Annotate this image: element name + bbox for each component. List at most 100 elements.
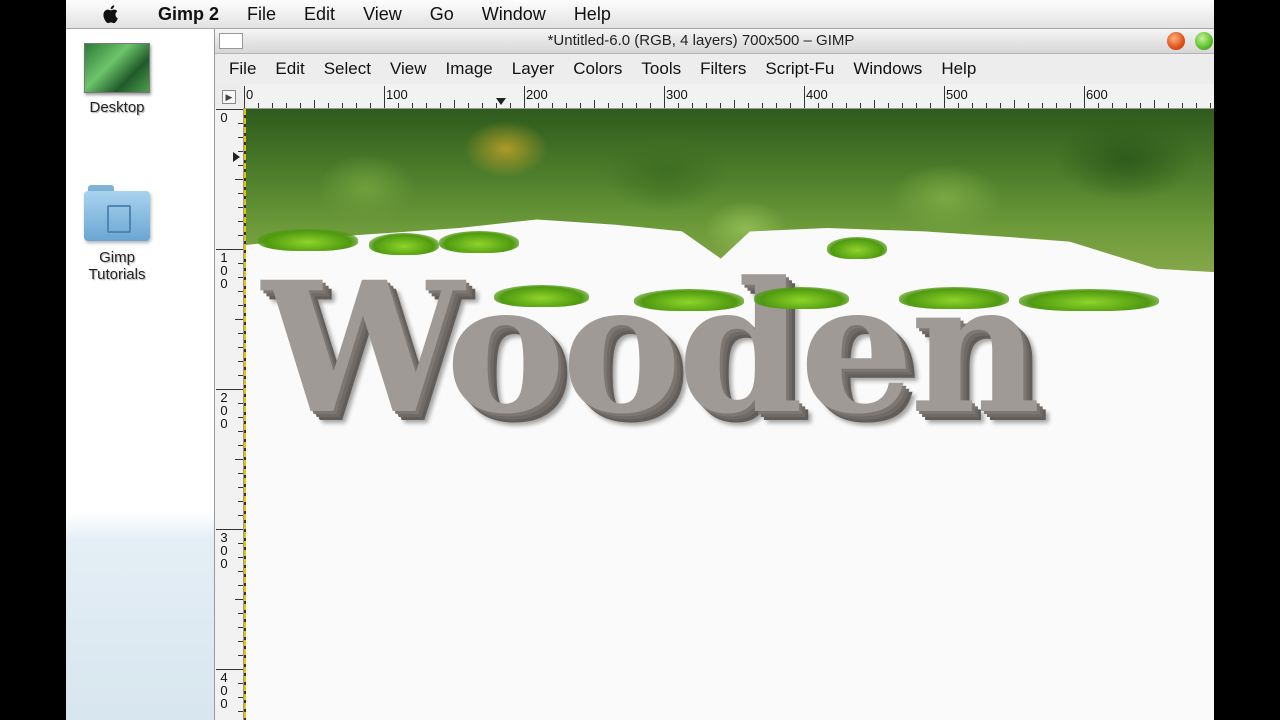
vruler-label: 4 0 0 — [220, 670, 228, 711]
ruler-tick — [1014, 100, 1015, 108]
ruler-tick — [238, 445, 243, 446]
ruler-tick — [580, 103, 581, 108]
gimp-menu-edit[interactable]: Edit — [266, 59, 314, 79]
gimp-menu-tools[interactable]: Tools — [632, 59, 691, 79]
ruler-tick — [692, 103, 693, 108]
ruler-tick — [328, 103, 329, 108]
ruler-tick — [762, 103, 763, 108]
gimp-menu-script-fu[interactable]: Script-Fu — [756, 59, 844, 79]
ruler-tick — [664, 86, 665, 108]
gimp-menu-help[interactable]: Help — [932, 59, 986, 79]
menubar-file[interactable]: File — [233, 4, 290, 25]
menu-arrow-icon[interactable]: ▶ — [222, 90, 236, 104]
menubar-help[interactable]: Help — [560, 4, 625, 25]
hruler-label: 0 — [246, 87, 254, 102]
window-title: *Untitled-6.0 (RGB, 4 layers) 700x500 – … — [547, 32, 855, 49]
ruler-tick — [272, 103, 273, 108]
close-button[interactable] — [1167, 32, 1185, 50]
gimp-menu-view[interactable]: View — [380, 59, 436, 79]
desktop: Desktop Gimp Tutorials — [66, 29, 214, 720]
gimp-menu-image[interactable]: Image — [436, 59, 502, 79]
ruler-tick — [238, 683, 243, 684]
ruler-tick — [238, 305, 243, 306]
ruler-tick — [902, 103, 903, 108]
grass-tuft — [258, 229, 358, 251]
ruler-tick — [238, 375, 243, 376]
menubar-window[interactable]: Window — [468, 4, 560, 25]
hruler-label: 600 — [1086, 87, 1108, 102]
ruler-tick — [238, 221, 243, 222]
grass-tuft — [634, 289, 744, 311]
ruler-tick — [238, 207, 243, 208]
ruler-tick — [846, 103, 847, 108]
pointer-marker-icon — [233, 152, 240, 162]
ruler-tick — [238, 641, 243, 642]
gimp-menubar: File Edit Select View Image Layer Colors… — [215, 54, 1214, 84]
gimp-menu-windows[interactable]: Windows — [844, 59, 932, 79]
ruler-tick — [216, 669, 243, 670]
desktop-icon-desktop[interactable]: Desktop — [66, 43, 172, 116]
ruler-tick — [468, 103, 469, 108]
ruler-tick — [286, 103, 287, 108]
maximize-button[interactable] — [1195, 32, 1213, 50]
ruler-tick — [538, 103, 539, 108]
vertical-ruler[interactable]: 0 1 0 0 2 0 0 3 0 0 4 0 0 — [215, 108, 244, 720]
hruler-label: 400 — [806, 87, 828, 102]
apple-icon[interactable] — [96, 2, 126, 26]
ruler-tick — [238, 291, 243, 292]
ruler-tick — [1168, 103, 1169, 108]
ruler-tick — [944, 86, 945, 108]
menubar-app-name[interactable]: Gimp 2 — [146, 4, 233, 25]
menubar-go[interactable]: Go — [416, 4, 468, 25]
ruler-tick — [238, 277, 243, 278]
ruler-tick — [342, 103, 343, 108]
hruler-label: 100 — [386, 87, 408, 102]
ruler-tick — [370, 103, 371, 108]
ruler-tick — [972, 103, 973, 108]
ruler-tick — [238, 515, 243, 516]
desktop-icon-gimp-tutorials[interactable]: Gimp Tutorials — [66, 185, 172, 283]
ruler-tick — [608, 103, 609, 108]
gimp-menu-file[interactable]: File — [215, 59, 266, 79]
desktop-icon-label: Desktop — [89, 99, 145, 116]
window-titlebar[interactable]: *Untitled-6.0 (RGB, 4 layers) 700x500 – … — [215, 29, 1214, 54]
ruler-tick — [216, 529, 243, 530]
menubar-view[interactable]: View — [349, 4, 416, 25]
ruler-tick — [748, 103, 749, 108]
ruler-tick — [238, 403, 243, 404]
vruler-label: 1 0 0 — [220, 250, 228, 291]
grass-tuft — [494, 285, 589, 307]
gimp-menu-select[interactable]: Select — [314, 59, 380, 79]
ruler-tick — [238, 361, 243, 362]
hruler-label: 500 — [946, 87, 968, 102]
menubar-edit[interactable]: Edit — [290, 4, 349, 25]
gimp-menu-colors[interactable]: Colors — [564, 59, 632, 79]
horizontal-ruler[interactable]: 0 100 200 300 400 500 600 — [243, 84, 1214, 109]
ruler-tick — [650, 103, 651, 108]
ruler-tick — [1140, 103, 1141, 108]
ruler-tick — [832, 103, 833, 108]
ruler-tick — [1000, 103, 1001, 108]
ruler-tick — [524, 86, 525, 108]
ruler-tick — [1154, 100, 1155, 108]
image-canvas[interactable]: Wooden — [244, 109, 1214, 720]
gimp-menu-filters[interactable]: Filters — [691, 59, 756, 79]
ruler-tick — [238, 137, 243, 138]
ruler-tick — [238, 123, 243, 124]
grass-tuft — [899, 287, 1009, 309]
ruler-tick — [238, 347, 243, 348]
gimp-menu-layer[interactable]: Layer — [502, 59, 564, 79]
ruler-tick — [238, 487, 243, 488]
hruler-label: 200 — [526, 87, 548, 102]
hruler-label: 300 — [666, 87, 688, 102]
ruler-tick — [238, 431, 243, 432]
ruler-tick — [216, 109, 243, 110]
ruler-tick — [958, 103, 959, 108]
ruler-tick — [398, 103, 399, 108]
ruler-tick — [216, 389, 243, 390]
ruler-tick — [235, 179, 243, 180]
ruler-tick — [678, 103, 679, 108]
ruler-tick — [235, 319, 243, 320]
ruler-tick — [874, 100, 875, 108]
ruler-tick — [244, 86, 245, 108]
